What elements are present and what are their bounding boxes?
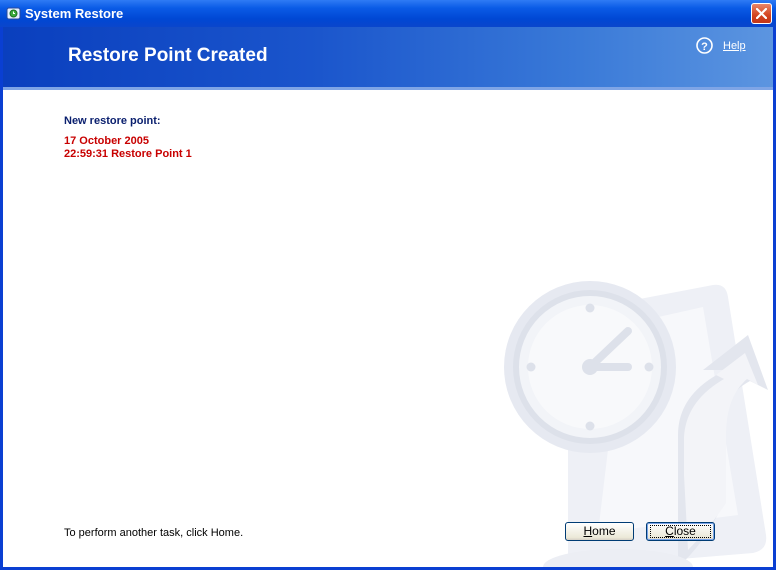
new-restore-point-label: New restore point: bbox=[64, 115, 161, 127]
title-bar[interactable]: System Restore bbox=[0, 0, 776, 27]
help-icon[interactable]: ? bbox=[696, 37, 713, 54]
content-area: New restore point: 17 October 2005 22:59… bbox=[3, 90, 773, 567]
home-button-mnemonic: H bbox=[583, 524, 593, 538]
close-button[interactable]: Close bbox=[646, 522, 715, 541]
system-restore-icon bbox=[6, 7, 21, 20]
page-title: Restore Point Created bbox=[68, 45, 268, 66]
svg-text:?: ? bbox=[701, 41, 708, 53]
restore-point-time-name: 22:59:31 Restore Point 1 bbox=[64, 148, 192, 160]
home-button[interactable]: Home bbox=[565, 522, 634, 541]
restore-point-date: 17 October 2005 bbox=[64, 135, 149, 147]
home-button-label: ome bbox=[592, 524, 616, 538]
close-window-button[interactable] bbox=[751, 3, 772, 24]
system-restore-window: System Restore Restore Point Created ? H… bbox=[0, 0, 776, 570]
help-link[interactable]: Help bbox=[723, 40, 746, 52]
close-icon bbox=[756, 8, 767, 19]
clock-restore-watermark bbox=[504, 281, 768, 567]
window-title: System Restore bbox=[25, 6, 124, 21]
instruction-text: To perform another task, click Home. bbox=[64, 527, 244, 539]
focus-rectangle bbox=[650, 525, 711, 538]
